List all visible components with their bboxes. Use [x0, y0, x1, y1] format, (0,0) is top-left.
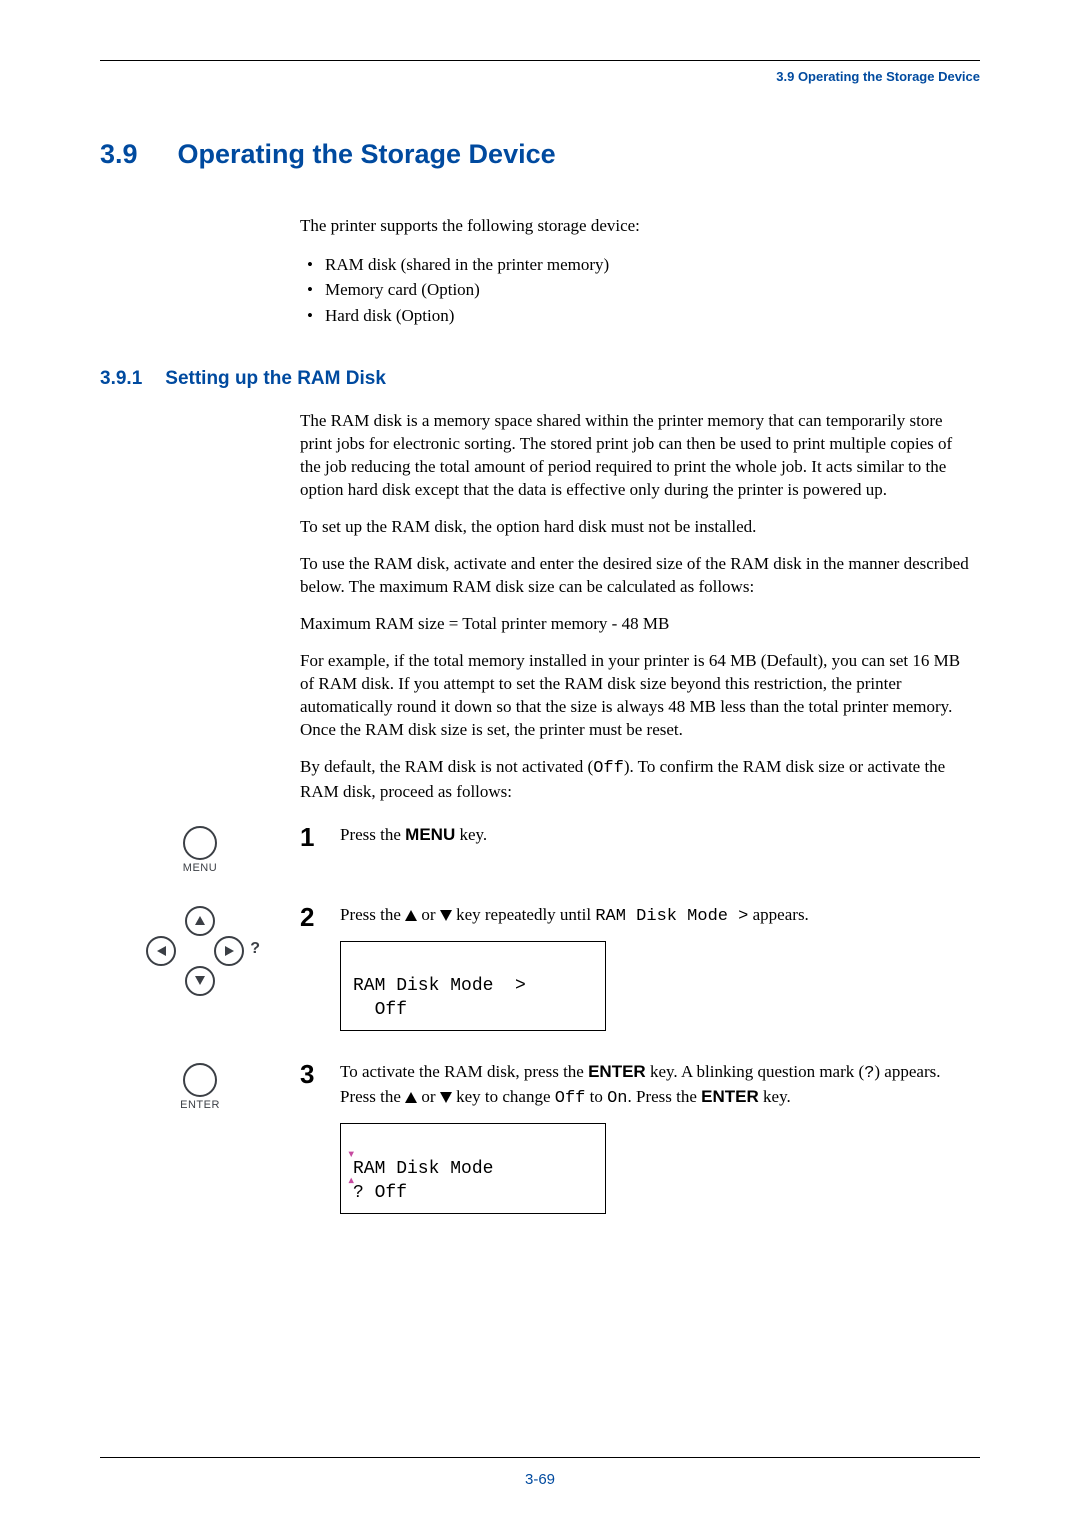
paragraph: By default, the RAM disk is not activate…: [300, 756, 970, 804]
step-2-text: Press the or key repeatedly until RAM Di…: [340, 904, 980, 1032]
left-button-icon: [146, 936, 176, 966]
lcd-display: RAM Disk Mode ? Off ▾ ▴: [340, 1123, 606, 1214]
up-button-icon: [185, 906, 215, 936]
paragraph: For example, if the total memory install…: [300, 650, 970, 742]
inline-code: RAM Disk Mode >: [595, 907, 748, 926]
lcd-line: Off: [353, 1000, 407, 1020]
menu-label: MENU: [183, 862, 217, 874]
inline-code: Off: [593, 759, 624, 778]
menu-button-icon: [183, 826, 217, 860]
step-number: 3: [300, 1061, 340, 1087]
storage-device-list: RAM disk (shared in the printer memory) …: [300, 252, 970, 329]
triangle-left-icon: [157, 946, 166, 956]
inline-code: Off: [555, 1089, 586, 1108]
triangle-down-icon: [440, 910, 452, 921]
step-number: 2: [300, 904, 340, 930]
subsection-body: The RAM disk is a memory space shared wi…: [300, 410, 970, 803]
step-number: 1: [300, 824, 340, 850]
cursor-blink-icon: ▴: [347, 1174, 355, 1188]
triangle-down-icon: [440, 1092, 452, 1103]
running-header: 3.9 Operating the Storage Device: [100, 69, 980, 84]
cursor-blink-icon: ▾: [347, 1148, 355, 1162]
lcd-line: ? Off: [353, 1183, 407, 1203]
paragraph: The RAM disk is a memory space shared wi…: [300, 410, 970, 502]
step-1-text: Press the MENU key.: [340, 824, 980, 859]
page: 3.9 Operating the Storage Device 3.9 Ope…: [0, 0, 1080, 1528]
triangle-down-icon: [195, 976, 205, 985]
inline-code: ?: [864, 1064, 874, 1083]
step-1-icon-col: MENU: [100, 824, 300, 874]
lcd-display: RAM Disk Mode > Off: [340, 941, 606, 1032]
list-item: RAM disk (shared in the printer memory): [325, 252, 970, 278]
step-3-icon-col: ENTER: [100, 1061, 300, 1214]
section-number: 3.9: [100, 139, 170, 170]
step-3: ENTER 3 To activate the RAM disk, press …: [100, 1061, 980, 1214]
footer-rule: [100, 1457, 980, 1458]
triangle-up-icon: [405, 910, 417, 921]
paragraph: To set up the RAM disk, the option hard …: [300, 516, 970, 539]
key-name: MENU: [405, 825, 455, 844]
triangle-up-icon: [195, 916, 205, 925]
header-rule: [100, 60, 980, 61]
page-number: 3-69: [0, 1471, 1080, 1488]
step-2: ? 2 Press the or key repeatedly until RA…: [100, 904, 980, 1032]
subsection-title: Setting up the RAM Disk: [165, 368, 386, 389]
question-mark-icon: ?: [250, 940, 260, 958]
enter-label: ENTER: [180, 1099, 220, 1111]
key-name: ENTER: [588, 1062, 646, 1081]
section-title: Operating the Storage Device: [178, 139, 556, 169]
paragraph: Maximum RAM size = Total printer memory …: [300, 613, 970, 636]
section-heading: 3.9 Operating the Storage Device: [100, 139, 980, 170]
list-item: Hard disk (Option): [325, 303, 970, 329]
lcd-line: RAM Disk Mode >: [353, 976, 526, 996]
right-button-icon: [214, 936, 244, 966]
inline-code: On: [607, 1089, 627, 1108]
section-intro-block: The printer supports the following stora…: [300, 215, 970, 328]
triangle-up-icon: [405, 1092, 417, 1103]
lcd-line: RAM Disk Mode: [353, 1159, 493, 1179]
paragraph: To use the RAM disk, activate and enter …: [300, 553, 970, 599]
subsection-heading: 3.9.1 Setting up the RAM Disk: [100, 368, 980, 390]
step-3-text: To activate the RAM disk, press the ENTE…: [340, 1061, 980, 1214]
step-1: MENU 1 Press the MENU key.: [100, 824, 980, 874]
triangle-right-icon: [225, 946, 234, 956]
list-item: Memory card (Option): [325, 277, 970, 303]
down-button-icon: [185, 966, 215, 996]
key-name: ENTER: [701, 1087, 759, 1106]
intro-text: The printer supports the following stora…: [300, 215, 970, 238]
enter-button-icon: [183, 1063, 217, 1097]
dpad-icon: ?: [140, 906, 260, 996]
step-2-icon-col: ?: [100, 904, 300, 1032]
subsection-number: 3.9.1: [100, 368, 160, 390]
